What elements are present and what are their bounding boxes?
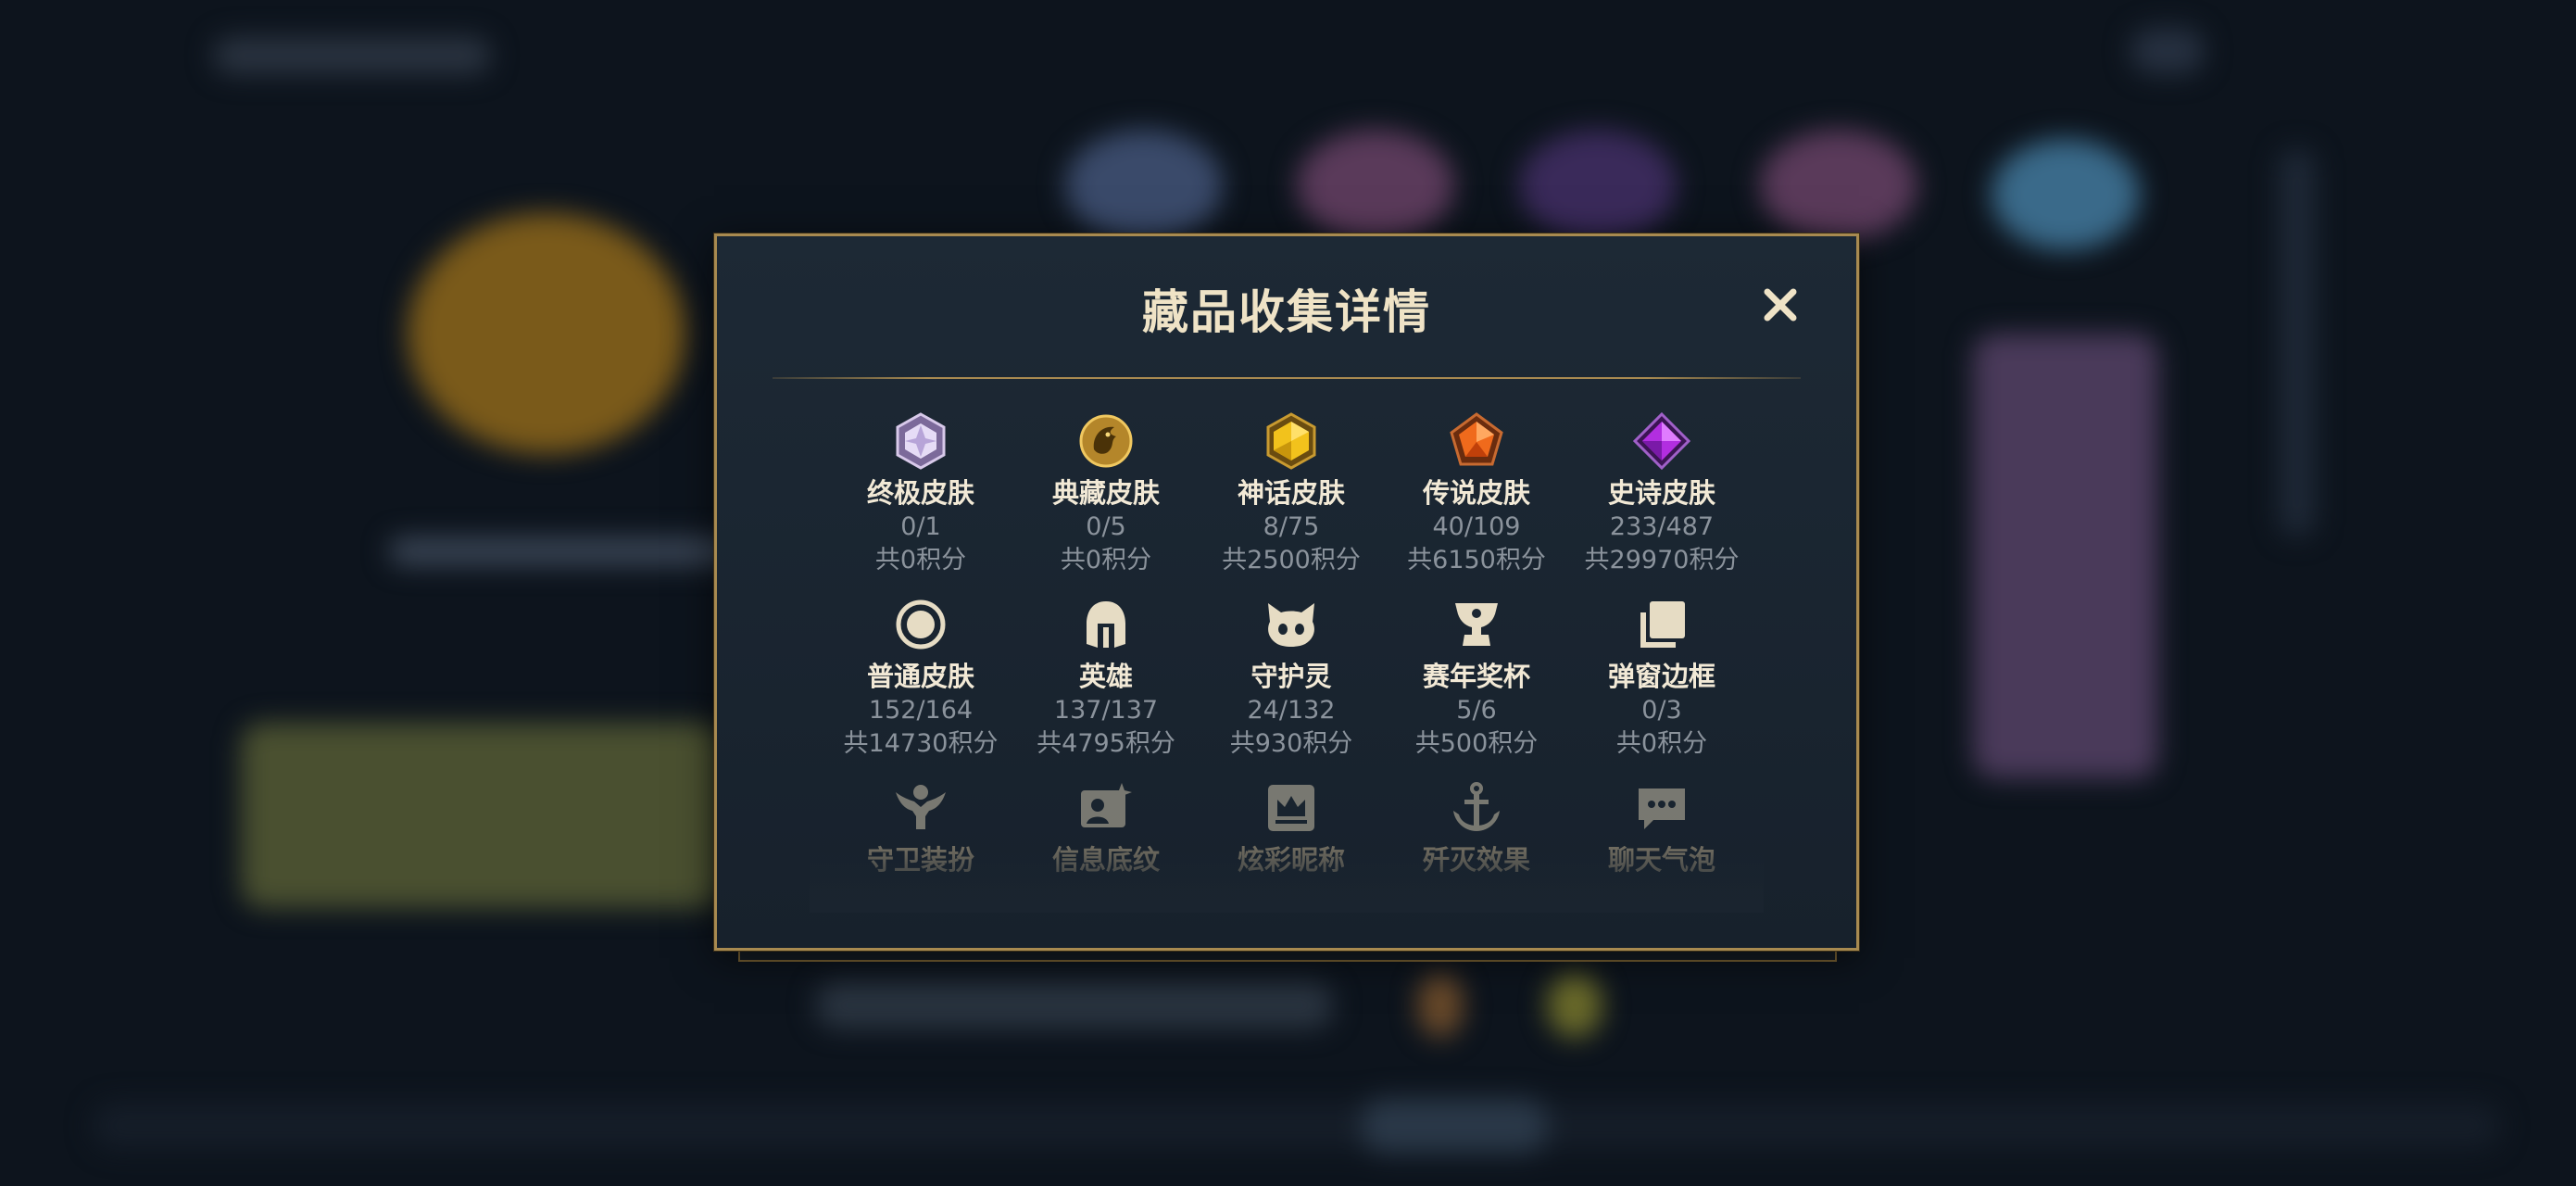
prestige-dragon-icon bbox=[1079, 414, 1133, 468]
item-label: 聊天气泡 bbox=[1607, 844, 1715, 876]
mythic-gem-icon bbox=[1266, 412, 1316, 470]
little-legend-icon bbox=[1268, 603, 1314, 647]
collection-item-frame[interactable]: 弹窗边框 0/3 共0积分 bbox=[1569, 594, 1754, 758]
anchor-icon bbox=[1453, 782, 1500, 831]
collection-item-epic[interactable]: 史诗皮肤 233/487 共29970积分 bbox=[1569, 410, 1754, 574]
item-points: 共0积分 bbox=[1615, 729, 1708, 758]
legendary-gem-icon bbox=[1450, 412, 1503, 466]
collection-item-little-legend[interactable]: 守护灵 24/132 共930积分 bbox=[1199, 594, 1384, 758]
item-label: 传说皮肤 bbox=[1422, 477, 1530, 509]
item-label: 弹窗边框 bbox=[1607, 661, 1715, 692]
collection-item-prestige[interactable]: 典藏皮肤 0/5 共0积分 bbox=[1013, 410, 1199, 574]
item-points: 共0积分 bbox=[1060, 546, 1152, 574]
collection-item-mythic[interactable]: 神话皮肤 8/75 共2500积分 bbox=[1199, 410, 1384, 574]
dialog-bottom-edge bbox=[738, 951, 1837, 962]
title-divider bbox=[773, 377, 1801, 379]
item-label: 炫彩昵称 bbox=[1237, 844, 1345, 876]
item-points: 共6150积分 bbox=[1407, 546, 1546, 574]
collection-item-chat-bubble[interactable]: 聊天气泡 bbox=[1569, 777, 1754, 939]
collection-item-finisher[interactable]: 歼灭效果 bbox=[1384, 777, 1569, 939]
collection-item-normal[interactable]: 普通皮肤 152/164 共14730积分 bbox=[828, 594, 1013, 758]
item-points: 共0积分 bbox=[874, 546, 967, 574]
item-label: 终极皮肤 bbox=[866, 477, 974, 509]
item-label: 守卫装扮 bbox=[866, 844, 974, 876]
collection-item-ward[interactable]: 守卫装扮 bbox=[828, 777, 1013, 939]
item-count: 5/6 bbox=[1456, 696, 1497, 725]
close-icon bbox=[1764, 288, 1797, 322]
item-label: 普通皮肤 bbox=[866, 661, 974, 692]
chat-bubble-icon bbox=[1639, 789, 1685, 829]
item-points: 共2500积分 bbox=[1222, 546, 1361, 574]
item-count: 233/487 bbox=[1609, 512, 1715, 541]
close-button[interactable] bbox=[1758, 283, 1803, 327]
item-count: 0/1 bbox=[900, 512, 941, 541]
item-label: 赛年奖杯 bbox=[1422, 661, 1530, 692]
item-label: 神话皮肤 bbox=[1237, 477, 1345, 509]
item-count: 0/5 bbox=[1086, 512, 1126, 541]
collection-item-ultimate[interactable]: 终极皮肤 0/1 共0积分 bbox=[828, 410, 1013, 574]
collection-item-trophy[interactable]: 赛年奖杯 5/6 共500积分 bbox=[1384, 594, 1569, 758]
ring-icon bbox=[896, 599, 946, 650]
item-count: 137/137 bbox=[1053, 696, 1159, 725]
item-label: 守护灵 bbox=[1250, 661, 1332, 692]
dialog-title: 藏品收集详情 bbox=[1142, 285, 1431, 339]
item-label: 典藏皮肤 bbox=[1051, 477, 1160, 509]
ward-icon bbox=[896, 785, 946, 829]
item-points: 共930积分 bbox=[1229, 729, 1353, 758]
collection-item-profile-card[interactable]: 信息底纹 bbox=[1013, 777, 1199, 939]
collection-item-champion[interactable]: 英雄 137/137 共4795积分 bbox=[1013, 594, 1199, 758]
item-points: 共14730积分 bbox=[843, 729, 999, 758]
item-label: 信息底纹 bbox=[1051, 844, 1160, 876]
item-label: 歼灭效果 bbox=[1422, 844, 1530, 876]
helmet-icon bbox=[1087, 601, 1125, 648]
collection-item-legendary[interactable]: 传说皮肤 40/109 共6150积分 bbox=[1384, 410, 1569, 574]
frame-icon bbox=[1640, 601, 1685, 648]
ultimate-gem-icon bbox=[896, 412, 946, 470]
item-count: 0/3 bbox=[1641, 696, 1682, 725]
item-label: 史诗皮肤 bbox=[1607, 477, 1715, 509]
item-points: 共29970积分 bbox=[1584, 546, 1740, 574]
crown-nameplate-icon bbox=[1268, 785, 1314, 831]
collection-grid: 终极皮肤 0/1 共0积分 典藏皮肤 0/5 共0积分 神话皮肤 8/75 共2… bbox=[828, 410, 1754, 939]
item-points: 共4795积分 bbox=[1037, 729, 1175, 758]
item-count: 40/109 bbox=[1432, 512, 1521, 541]
item-label: 英雄 bbox=[1078, 661, 1133, 692]
side-id-label: 24628103 bbox=[0, 547, 2, 639]
item-count: 152/164 bbox=[868, 696, 974, 725]
item-count: 24/132 bbox=[1247, 696, 1336, 725]
collection-details-dialog: 藏品收集详情 终极皮肤 0/1 共0积分 典藏皮肤 0/5 共0积分 神话皮肤 … bbox=[714, 233, 1859, 951]
item-points: 共500积分 bbox=[1414, 729, 1539, 758]
item-count: 8/75 bbox=[1263, 512, 1320, 541]
collection-item-nameplate[interactable]: 炫彩昵称 bbox=[1199, 777, 1384, 939]
profile-card-icon bbox=[1081, 783, 1132, 827]
epic-gem-icon bbox=[1633, 412, 1690, 470]
trophy-icon bbox=[1455, 603, 1498, 646]
